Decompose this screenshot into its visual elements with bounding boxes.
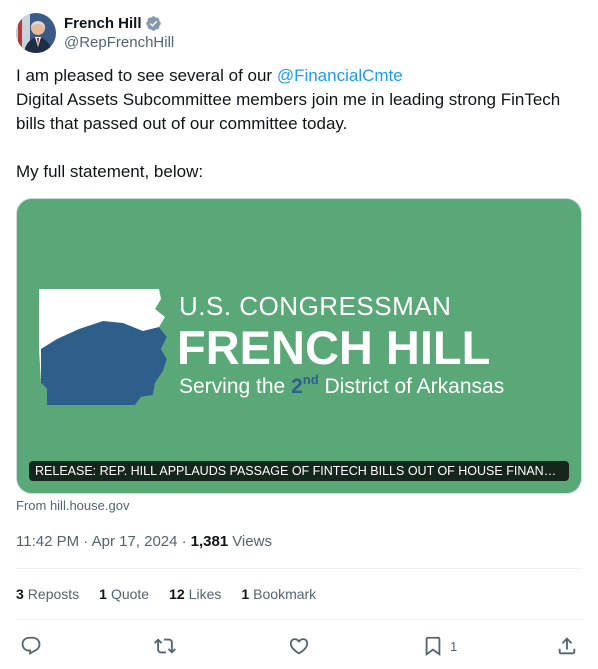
reposts-label: Reposts — [27, 586, 80, 602]
like-button[interactable] — [288, 634, 310, 658]
bookmarks-stat[interactable]: 1 Bookmark — [241, 586, 316, 602]
tweet-text: I am pleased to see several of our @Fina… — [16, 64, 582, 184]
engagement-stats: 3 Reposts 1 Quote 12 Likes 1 Bookmark — [16, 584, 336, 604]
reply-icon — [21, 636, 41, 655]
heart-icon — [289, 638, 309, 655]
quotes-stat[interactable]: 1 Quote — [99, 586, 149, 602]
divider — [16, 568, 582, 569]
mention-link[interactable]: @FinancialCmte — [277, 66, 403, 85]
tweet-header: French Hill @RepFrenchHill — [16, 12, 174, 54]
card-image: U.S. CONGRESSMAN FRENCH HILL Serving the… — [17, 199, 581, 493]
likes-count: 12 — [169, 586, 185, 602]
share-button[interactable] — [556, 634, 578, 658]
action-bar: 1 — [16, 634, 582, 658]
share-icon — [558, 637, 576, 655]
tweet-line-2: Digital Assets Subcommittee members join… — [16, 90, 561, 133]
reposts-count: 3 — [16, 586, 24, 602]
bookmark-button[interactable]: 1 — [422, 634, 457, 658]
avatar[interactable] — [16, 13, 56, 53]
card-line-3: Serving the 2nd District of Arkansas — [179, 372, 504, 398]
tweet-meta: 11:42 PM · Apr 17, 2024 · 1,381 Views — [16, 531, 272, 551]
bookmark-icon — [425, 636, 441, 657]
quotes-count: 1 — [99, 586, 107, 602]
bookmarks-count: 1 — [241, 586, 250, 602]
tweet-line-1-text: I am pleased to see several of our — [16, 66, 277, 85]
divider — [16, 619, 582, 620]
tweet-line-1: I am pleased to see several of our @Fina… — [16, 64, 582, 88]
views-count: 1,381 — [190, 532, 229, 550]
reposts-stat[interactable]: 3 Reposts — [16, 586, 79, 602]
views-label: Views — [232, 532, 272, 550]
tweet-line-3: My full statement, below: — [16, 162, 204, 181]
card-line-1: U.S. CONGRESSMAN — [179, 291, 451, 321]
verified-badge-icon[interactable] — [145, 15, 162, 32]
timestamp[interactable]: 11:42 PM · Apr 17, 2024 · — [16, 533, 187, 550]
reply-button[interactable] — [20, 634, 42, 658]
repost-icon — [154, 638, 176, 654]
repost-button[interactable] — [154, 634, 176, 658]
card-source[interactable]: From hill.house.gov — [16, 498, 129, 513]
quotes-label: Quote — [110, 586, 150, 602]
handle[interactable]: @RepFrenchHill — [64, 33, 174, 53]
likes-stat[interactable]: 12 Likes — [169, 586, 221, 602]
bookmarks-label: Bookmark — [253, 586, 317, 602]
card-caption[interactable]: RELEASE: REP. HILL APPLAUDS PASSAGE OF F… — [29, 461, 569, 481]
link-card[interactable]: U.S. CONGRESSMAN FRENCH HILL Serving the… — [16, 198, 582, 494]
card-line-2: FRENCH HILL — [177, 321, 490, 374]
likes-label: Likes — [188, 586, 222, 602]
display-name[interactable]: French Hill — [64, 15, 142, 32]
bookmark-count: 1 — [450, 638, 458, 654]
